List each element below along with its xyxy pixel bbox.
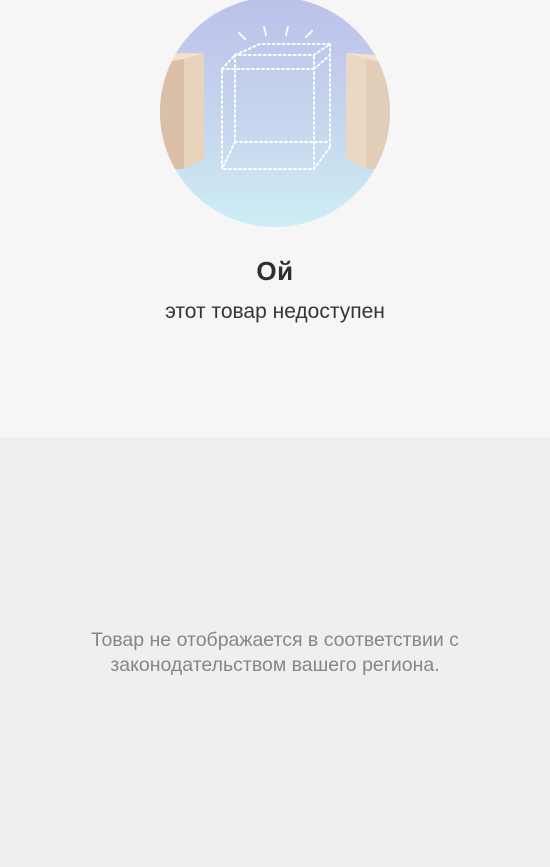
unavailable-panel: Ой этот товар недоступен bbox=[0, 0, 550, 437]
empty-box-between-doors-icon bbox=[160, 0, 390, 227]
page-title: Ой bbox=[256, 256, 294, 286]
legal-notice-text: Товар не отображается в соответствии с з… bbox=[91, 629, 459, 676]
unavailable-message: этот товар недоступен bbox=[165, 300, 385, 323]
